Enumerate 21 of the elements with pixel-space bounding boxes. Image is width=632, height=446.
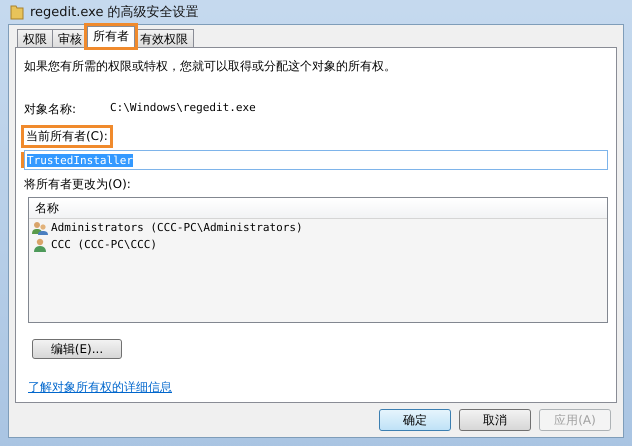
owner-list-item[interactable]: Administrators (CCC-PC\Administrators) (29, 219, 607, 236)
object-name-value: C:\Windows\regedit.exe (110, 101, 256, 116)
owner-name: CCC (CCC-PC\CCC) (51, 238, 157, 251)
tab[interactable]: 所有者 (87, 26, 135, 47)
object-name-label: 对象名称: (24, 101, 78, 118)
column-header[interactable]: 名称 (29, 198, 607, 219)
dialog-button[interactable]: 取消 (459, 409, 531, 431)
owner-name: Administrators (CCC-PC\Administrators) (51, 221, 303, 234)
edit-button[interactable]: 编辑(E)... (32, 339, 122, 359)
folder-icon (10, 4, 24, 20)
owner-list-item[interactable]: CCC (CCC-PC\CCC) (29, 236, 607, 253)
tab[interactable]: 权限 (17, 29, 53, 47)
user-icon (32, 238, 48, 252)
dialog-button[interactable]: 确定 (379, 409, 451, 431)
owner-value: TrustedInstaller (27, 154, 133, 166)
window-title: regedit.exe 的高级安全设置 (30, 4, 199, 21)
change-owner-label: 将所有者更改为(O): (24, 176, 132, 193)
users-icon (32, 220, 48, 234)
intro-text: 如果您有所需的权限或特权，您就可以取得或分配这个对象的所有权。 (24, 58, 397, 75)
current-owner-label: 当前所有者(C): (24, 128, 110, 145)
ownership-info-link[interactable]: 了解对象所有权的详细信息 (28, 379, 172, 396)
